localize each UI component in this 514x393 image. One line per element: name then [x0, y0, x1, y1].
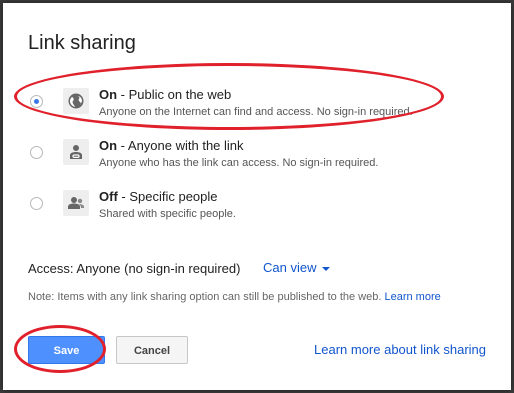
option-title: Off - Specific people — [99, 189, 218, 204]
link-person-icon — [63, 139, 89, 165]
dialog-title: Link sharing — [28, 32, 136, 54]
radio-specific-people[interactable] — [30, 197, 43, 210]
chevron-down-icon — [322, 266, 331, 271]
access-level-value: Can view — [263, 260, 317, 275]
access-label: Access: Anyone (no sign-in required) — [28, 261, 241, 276]
option-description: Shared with specific people. — [99, 208, 236, 220]
access-level-dropdown[interactable]: Can view — [263, 260, 331, 275]
save-button[interactable]: Save — [28, 336, 105, 364]
option-public-on-web[interactable]: On - Public on the web Anyone on the Int… — [3, 87, 511, 123]
option-specific-people[interactable]: Off - Specific people Shared with specif… — [3, 189, 511, 225]
cancel-button[interactable]: Cancel — [116, 336, 188, 364]
note-learn-more-link[interactable]: Learn more — [384, 291, 440, 303]
option-description: Anyone who has the link can access. No s… — [99, 157, 379, 169]
option-title: On - Public on the web — [99, 87, 232, 102]
people-icon — [63, 190, 89, 216]
option-title: On - Anyone with the link — [99, 138, 244, 153]
link-sharing-dialog: Link sharing On - Public on the web Anyo… — [3, 3, 511, 390]
radio-anyone-with-link[interactable] — [30, 146, 43, 159]
globe-icon — [63, 88, 89, 114]
option-anyone-with-link[interactable]: On - Anyone with the link Anyone who has… — [3, 138, 511, 174]
option-description: Anyone on the Internet can find and acce… — [99, 106, 413, 118]
note-text: Note: Items with any link sharing option… — [28, 291, 382, 303]
radio-public-on-web[interactable] — [30, 95, 43, 108]
learn-more-about-link-sharing-link[interactable]: Learn more about link sharing — [314, 342, 486, 357]
publish-note: Note: Items with any link sharing option… — [28, 291, 441, 303]
